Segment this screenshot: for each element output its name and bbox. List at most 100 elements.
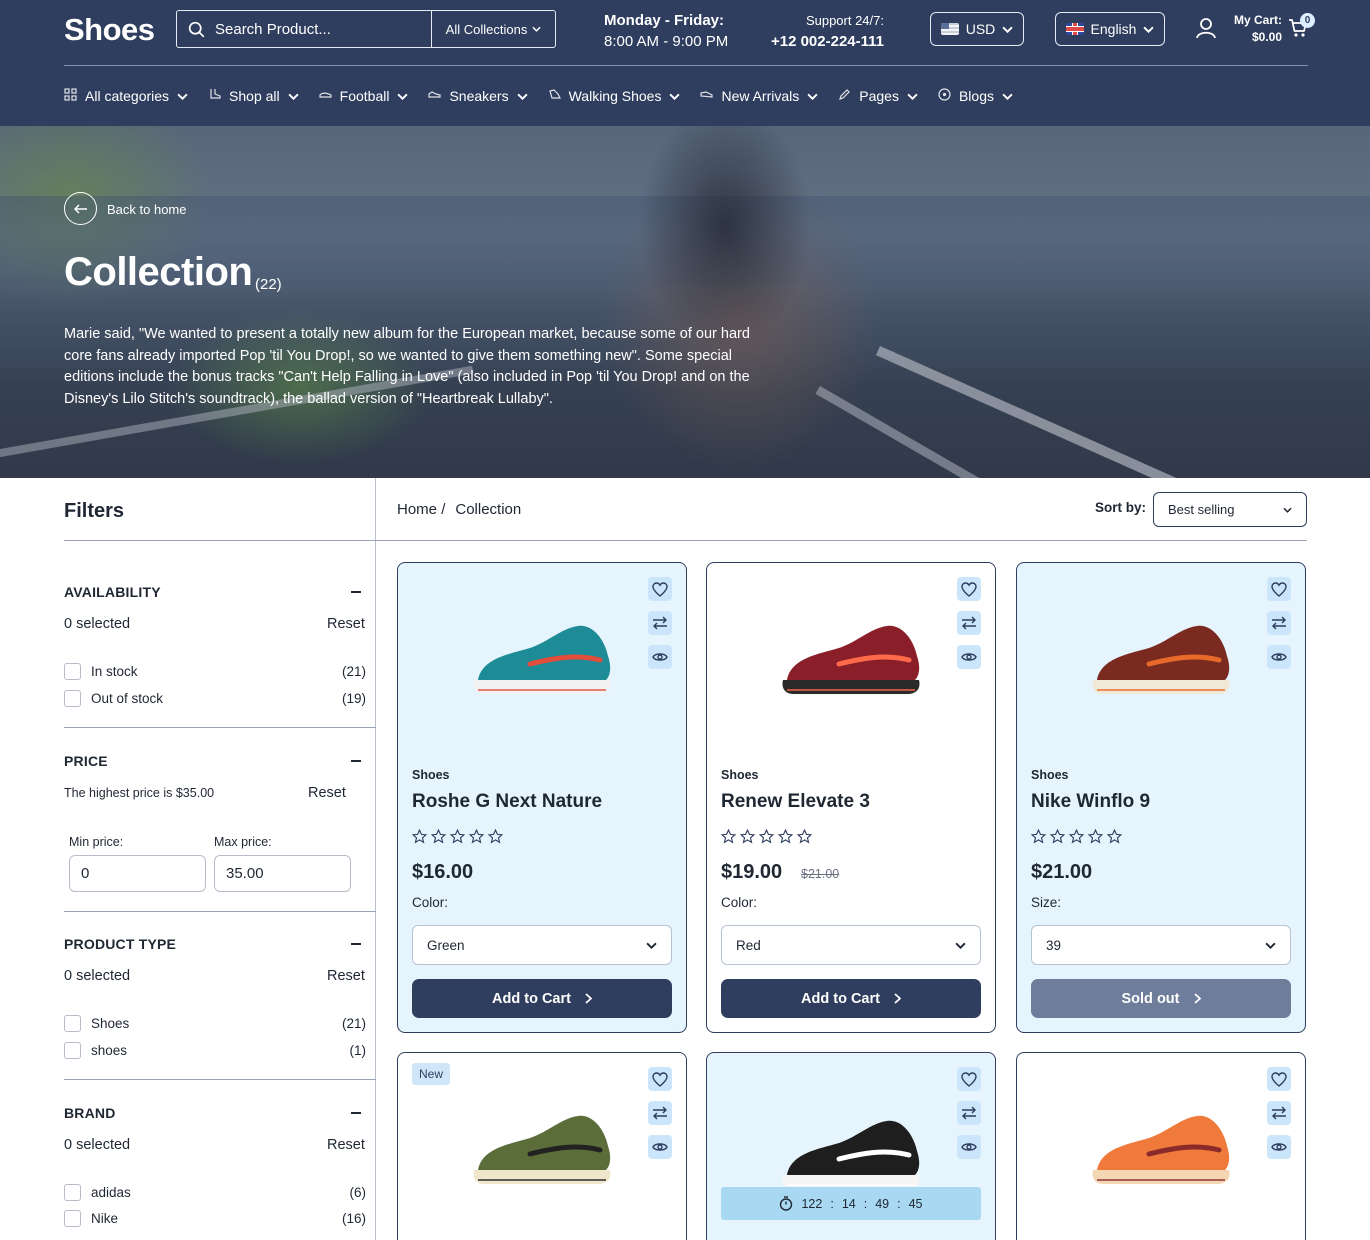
- filter-option-adidas[interactable]: adidas (6): [64, 1184, 366, 1201]
- language-selector[interactable]: English: [1055, 12, 1165, 46]
- filter-option-shoes[interactable]: Shoes (21): [64, 1015, 366, 1032]
- availability-reset[interactable]: Reset: [327, 616, 365, 632]
- collapse-icon[interactable]: [351, 760, 361, 762]
- quick-view-eye-icon[interactable]: [1267, 645, 1291, 669]
- collapse-icon[interactable]: [351, 943, 361, 945]
- filters-title: Filters: [64, 500, 125, 522]
- product-card[interactable]: Shoes Roshe G Next Nature $16.00 Color: G…: [397, 562, 687, 1033]
- site-logo[interactable]: Shoes: [64, 12, 155, 48]
- product-type-title[interactable]: PRODUCT TYPE: [64, 936, 176, 952]
- compare-icon[interactable]: [648, 1101, 672, 1125]
- nav-item-new-arrivals[interactable]: New Arrivals: [700, 88, 818, 104]
- variant-select[interactable]: 39: [1031, 925, 1291, 965]
- collapse-icon[interactable]: [351, 1112, 361, 1114]
- user-account-icon[interactable]: [1195, 17, 1217, 44]
- product-card[interactable]: [1016, 1052, 1306, 1240]
- cart-summary[interactable]: My Cart: $0.00: [1226, 12, 1282, 46]
- boot-icon: [208, 88, 221, 104]
- header-divider: [64, 65, 1308, 66]
- compare-icon[interactable]: [1267, 611, 1291, 635]
- compare-icon[interactable]: [648, 611, 672, 635]
- product-image[interactable]: [1077, 1108, 1247, 1203]
- wishlist-heart-icon[interactable]: [648, 1067, 672, 1091]
- product-card[interactable]: 122: 14: 49: 45: [706, 1052, 996, 1240]
- option-label: Color:: [721, 895, 758, 910]
- search-icon[interactable]: [177, 11, 215, 47]
- variant-select[interactable]: Red: [721, 925, 981, 965]
- sort-dropdown[interactable]: Best selling: [1153, 492, 1307, 527]
- filter-option-shoes-lowercase[interactable]: shoes (1): [64, 1042, 366, 1059]
- product-image[interactable]: [1077, 618, 1247, 713]
- collapse-icon[interactable]: [351, 591, 361, 593]
- divider: [64, 911, 376, 912]
- checkbox[interactable]: [64, 663, 81, 680]
- min-price-input[interactable]: [69, 855, 206, 892]
- product-type-reset[interactable]: Reset: [327, 968, 365, 984]
- filter-option-out-of-stock[interactable]: Out of stock (19): [64, 690, 366, 707]
- card-actions: [648, 1067, 672, 1159]
- filter-option-in-stock[interactable]: In stock (21): [64, 663, 366, 680]
- nav-item-pages[interactable]: Pages: [838, 88, 918, 104]
- wishlist-heart-icon[interactable]: [957, 577, 981, 601]
- product-card[interactable]: New: [397, 1052, 687, 1240]
- checkbox[interactable]: [64, 1184, 81, 1201]
- wishlist-heart-icon[interactable]: [1267, 1067, 1291, 1091]
- add-to-cart-button[interactable]: Add to Cart: [412, 979, 672, 1018]
- nav-item-sneakers[interactable]: Sneakers: [428, 88, 528, 104]
- checkbox[interactable]: [64, 1210, 81, 1227]
- nav-item-blogs[interactable]: Blogs: [938, 88, 1013, 104]
- support-phone[interactable]: +12 002-224-111: [770, 31, 884, 52]
- availability-title[interactable]: AVAILABILITY: [64, 584, 161, 600]
- product-image[interactable]: [458, 618, 628, 713]
- nav-item-all-categories[interactable]: All categories: [64, 88, 188, 104]
- price-title[interactable]: PRICE: [64, 753, 108, 769]
- nav-item-shop-all[interactable]: Shop all: [208, 88, 299, 104]
- quick-view-eye-icon[interactable]: [1267, 1135, 1291, 1159]
- nav-item-football[interactable]: Football: [319, 88, 409, 104]
- wishlist-heart-icon[interactable]: [1267, 577, 1291, 601]
- variant-select[interactable]: Green: [412, 925, 672, 965]
- card-actions: [957, 577, 981, 669]
- search-input[interactable]: [215, 12, 431, 46]
- back-to-home-link[interactable]: Back to home: [107, 202, 187, 217]
- star-icon: [1107, 829, 1122, 844]
- brand-title[interactable]: BRAND: [64, 1105, 116, 1121]
- product-name[interactable]: Roshe G Next Nature: [412, 791, 602, 813]
- wishlist-heart-icon[interactable]: [957, 1067, 981, 1091]
- currency-selector[interactable]: USD: [930, 12, 1024, 46]
- checkbox[interactable]: [64, 1015, 81, 1032]
- quick-view-eye-icon[interactable]: [648, 1135, 672, 1159]
- nav-label: Football: [339, 88, 390, 104]
- breadcrumb-home[interactable]: Home /: [397, 501, 445, 518]
- sold-out-button[interactable]: Sold out: [1031, 979, 1291, 1018]
- back-arrow-icon[interactable]: [64, 192, 97, 225]
- nav-item-walking-shoes[interactable]: Walking Shoes: [548, 88, 681, 104]
- product-image[interactable]: [458, 1108, 628, 1203]
- quick-view-eye-icon[interactable]: [957, 1135, 981, 1159]
- filter-option-nike[interactable]: Nike (16): [64, 1210, 366, 1227]
- compare-icon[interactable]: [1267, 1101, 1291, 1125]
- star-icon: [778, 829, 793, 844]
- product-name[interactable]: Renew Elevate 3: [721, 791, 870, 813]
- product-price: $21.00: [1031, 861, 1093, 883]
- checkbox[interactable]: [64, 690, 81, 707]
- price-reset[interactable]: Reset: [308, 785, 346, 801]
- product-image[interactable]: [767, 618, 937, 713]
- product-card[interactable]: Shoes Nike Winflo 9 $21.00 Size: 39 Sold …: [1016, 562, 1306, 1033]
- product-name[interactable]: Nike Winflo 9: [1031, 791, 1150, 813]
- brand-reset[interactable]: Reset: [327, 1137, 365, 1153]
- compare-icon[interactable]: [957, 1101, 981, 1125]
- filters-sidebar: Filters AVAILABILITY 0 selected Reset In…: [0, 478, 376, 1240]
- nav-label: New Arrivals: [721, 88, 800, 104]
- add-to-cart-button[interactable]: Add to Cart: [721, 979, 981, 1018]
- product-card[interactable]: Shoes Renew Elevate 3 $19.00 $21.00 Color:…: [706, 562, 996, 1033]
- compare-icon[interactable]: [957, 611, 981, 635]
- checkbox[interactable]: [64, 1042, 81, 1059]
- quick-view-eye-icon[interactable]: [957, 645, 981, 669]
- divider: [376, 540, 1307, 541]
- quick-view-eye-icon[interactable]: [648, 645, 672, 669]
- card-actions: [1267, 577, 1291, 669]
- wishlist-heart-icon[interactable]: [648, 577, 672, 601]
- max-price-input[interactable]: [214, 855, 351, 892]
- collections-dropdown[interactable]: All Collections: [431, 11, 555, 47]
